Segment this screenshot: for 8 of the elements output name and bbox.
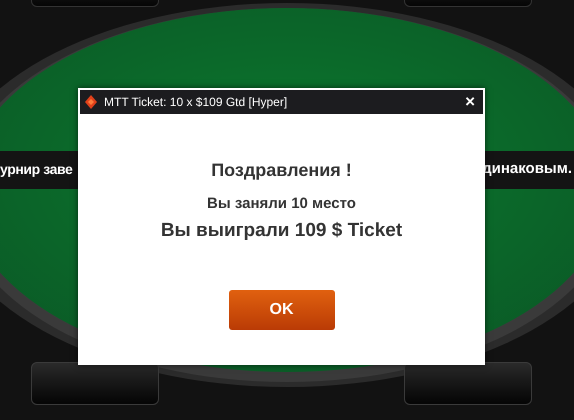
diamond-logo-icon xyxy=(85,95,97,109)
place-text: Вы заняли 10 место xyxy=(207,195,356,213)
close-button[interactable]: × xyxy=(462,93,478,111)
prize-text: Вы выиграли 109 $ Ticket xyxy=(160,219,402,243)
congratulations-heading: Поздравления ! xyxy=(211,159,352,181)
window-title: MTT Ticket: 10 x $109 Gtd [Hyper] xyxy=(104,94,288,111)
banner-text: урнир заве xyxy=(0,160,72,178)
ok-button[interactable]: OK xyxy=(228,290,334,330)
